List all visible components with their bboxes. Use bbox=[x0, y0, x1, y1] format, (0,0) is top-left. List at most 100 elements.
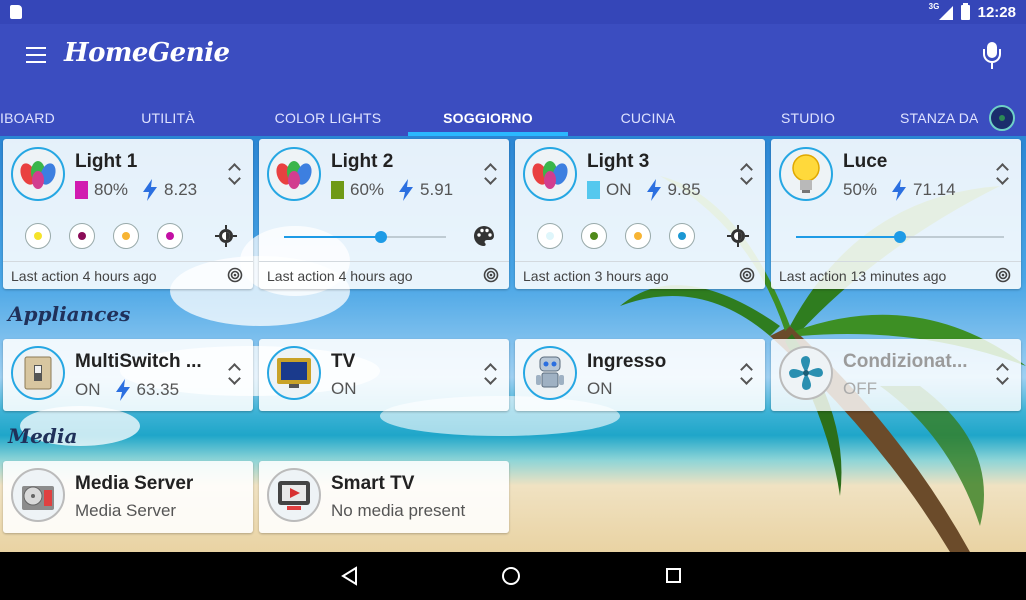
color-presets bbox=[537, 223, 695, 249]
smart-tv-icon bbox=[267, 468, 321, 522]
palette-icon[interactable] bbox=[473, 225, 495, 247]
fan-icon bbox=[779, 346, 833, 400]
level-value: 80% bbox=[94, 180, 129, 199]
tab-bar: IBOARD UTILITÀ COLOR LIGHTS SOGGIORNO CU… bbox=[0, 100, 1026, 136]
color-bulbs-icon bbox=[267, 147, 321, 201]
expand-chevron-icon[interactable] bbox=[227, 363, 241, 385]
level-slider[interactable] bbox=[284, 231, 446, 243]
clock: 12:28 bbox=[977, 3, 1016, 21]
power-value: 9.85 bbox=[667, 180, 701, 199]
back-icon[interactable] bbox=[340, 566, 360, 586]
color-swatch bbox=[331, 181, 344, 199]
last-action: Last action 4 hours ago bbox=[11, 268, 157, 284]
expand-chevron-icon[interactable] bbox=[739, 363, 753, 385]
device-name: Ingresso bbox=[587, 351, 667, 372]
media-card-server[interactable]: Media Server Media Server bbox=[3, 461, 253, 533]
power-value: 71.14 bbox=[913, 180, 956, 199]
tab-color-lights[interactable]: COLOR LIGHTS bbox=[248, 100, 408, 136]
tab-soggiorno[interactable]: SOGGIORNO bbox=[408, 100, 568, 136]
color-preset[interactable] bbox=[157, 223, 183, 249]
status-value: Media Server bbox=[75, 501, 177, 520]
status-value: No media present bbox=[331, 501, 466, 520]
tv-icon bbox=[267, 346, 321, 400]
color-preset[interactable] bbox=[581, 223, 607, 249]
app-bar: HomeGenie IBOARD UTILITÀ COLOR LIGHTS SO… bbox=[0, 24, 1026, 136]
level-value: 50% bbox=[843, 180, 878, 199]
color-preset[interactable] bbox=[113, 223, 139, 249]
last-action: Last action 13 minutes ago bbox=[779, 268, 947, 284]
last-action: Last action 4 hours ago bbox=[267, 268, 413, 284]
appliance-card-tv[interactable]: TV ON bbox=[259, 339, 509, 411]
power-value: 63.35 bbox=[136, 380, 180, 399]
menu-icon[interactable] bbox=[26, 47, 46, 63]
system-navigation-bar bbox=[0, 552, 1026, 600]
media-server-icon bbox=[11, 468, 65, 522]
light-card-1[interactable]: Light 1 80% 8.23 Last action 4 hours ago bbox=[3, 139, 253, 289]
last-action: Last action 3 hours ago bbox=[523, 268, 669, 284]
media-card-smart-tv[interactable]: Smart TV No media present bbox=[259, 461, 509, 533]
device-name: Condizionat... bbox=[843, 351, 968, 372]
power-icon bbox=[115, 379, 130, 401]
light-bulb-icon bbox=[779, 147, 833, 201]
expand-chevron-icon[interactable] bbox=[227, 163, 241, 185]
tab-stanza[interactable]: STANZA DA bbox=[900, 100, 978, 136]
device-name: Media Server bbox=[75, 473, 194, 494]
tab-cucina[interactable]: CUCINA bbox=[568, 100, 728, 136]
history-icon[interactable] bbox=[483, 267, 499, 283]
level-slider[interactable] bbox=[796, 231, 1004, 243]
status-value: ON bbox=[75, 380, 101, 399]
level-value: 60% bbox=[350, 180, 385, 199]
sd-card-icon bbox=[10, 5, 22, 19]
color-preset[interactable] bbox=[537, 223, 563, 249]
appliance-card-condizionatore[interactable]: Condizionat... OFF bbox=[771, 339, 1021, 411]
color-preset[interactable] bbox=[669, 223, 695, 249]
power-icon bbox=[143, 179, 158, 201]
expand-chevron-icon[interactable] bbox=[995, 163, 1009, 185]
history-icon[interactable] bbox=[995, 267, 1011, 283]
battery-icon bbox=[960, 2, 970, 20]
power-icon bbox=[892, 179, 907, 201]
section-title-appliances: Appliances bbox=[8, 302, 131, 326]
status-value: ON bbox=[587, 379, 613, 398]
microphone-icon[interactable] bbox=[982, 42, 1002, 70]
tab-studio[interactable]: STUDIO bbox=[728, 100, 888, 136]
signal-icon: 3G bbox=[929, 2, 953, 20]
device-name: Light 1 bbox=[75, 151, 138, 172]
home-icon[interactable] bbox=[502, 567, 520, 585]
device-name: Light 3 bbox=[587, 151, 650, 172]
appliance-card-multiswitch[interactable]: MultiSwitch ... ON 63.35 bbox=[3, 339, 253, 411]
color-preset[interactable] bbox=[25, 223, 51, 249]
status-value: ON bbox=[331, 379, 357, 398]
brightness-icon[interactable] bbox=[727, 225, 749, 247]
wall-switch-icon bbox=[11, 346, 65, 400]
expand-chevron-icon[interactable] bbox=[995, 363, 1009, 385]
overflow-tab-icon[interactable] bbox=[989, 105, 1015, 131]
color-bulbs-icon bbox=[11, 147, 65, 201]
device-name: Smart TV bbox=[331, 473, 415, 494]
level-value: ON bbox=[606, 180, 632, 199]
app-title: HomeGenie bbox=[64, 38, 230, 68]
tab-dashboard[interactable]: IBOARD bbox=[0, 100, 58, 136]
history-icon[interactable] bbox=[227, 267, 243, 283]
device-name: Luce bbox=[843, 151, 888, 172]
light-card-2[interactable]: Light 2 60% 5.91 Last action 4 hours ago bbox=[259, 139, 509, 289]
power-icon bbox=[399, 179, 414, 201]
history-icon[interactable] bbox=[739, 267, 755, 283]
color-bulbs-icon bbox=[523, 147, 577, 201]
expand-chevron-icon[interactable] bbox=[483, 163, 497, 185]
expand-chevron-icon[interactable] bbox=[483, 363, 497, 385]
color-preset[interactable] bbox=[625, 223, 651, 249]
color-preset[interactable] bbox=[69, 223, 95, 249]
expand-chevron-icon[interactable] bbox=[739, 163, 753, 185]
power-icon bbox=[646, 179, 661, 201]
power-value: 5.91 bbox=[420, 180, 454, 199]
light-card-luce[interactable]: Luce 50% 71.14 Last action 13 minutes ag… bbox=[771, 139, 1021, 289]
status-bar: 3G 12:28 bbox=[0, 0, 1026, 24]
light-card-3[interactable]: Light 3 ON 9.85 Last action 3 hours ago bbox=[515, 139, 765, 289]
recent-apps-icon[interactable] bbox=[666, 568, 681, 583]
section-title-media: Media bbox=[8, 424, 78, 448]
appliance-card-ingresso[interactable]: Ingresso ON bbox=[515, 339, 765, 411]
tab-utilita[interactable]: UTILITÀ bbox=[88, 100, 248, 136]
color-swatch bbox=[75, 181, 88, 199]
brightness-icon[interactable] bbox=[215, 225, 237, 247]
